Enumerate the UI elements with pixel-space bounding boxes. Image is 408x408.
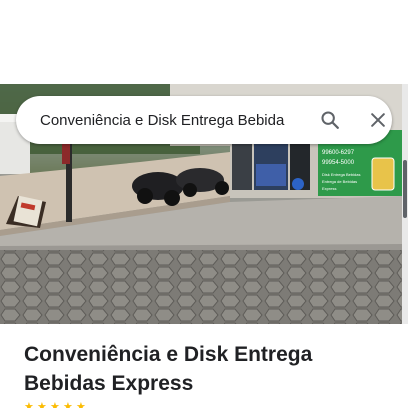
search-box[interactable]	[16, 96, 392, 144]
sign-line-5: Express	[322, 186, 336, 191]
rating-stars[interactable]: ★ ★ ★ ★ ★	[24, 402, 86, 408]
sign-line-4: Entrega de Bebidas	[322, 179, 357, 184]
scrollbar-thumb[interactable]	[403, 160, 407, 218]
sign-phone-1: 99600-6297	[322, 150, 355, 156]
star-icon: ★	[37, 402, 47, 408]
close-icon	[371, 113, 385, 127]
star-icon: ★	[50, 402, 60, 408]
sign-line-3: Disk Entrega Bebidas	[322, 172, 360, 177]
sign-phone-2: 99954-5000	[322, 160, 355, 166]
search-icon	[321, 111, 339, 129]
top-blank-area	[0, 0, 408, 84]
search-input[interactable]	[40, 96, 306, 144]
star-icon: ★	[76, 402, 86, 408]
clear-search-button[interactable]	[362, 104, 394, 136]
search-button[interactable]	[310, 104, 350, 136]
star-icon: ★	[63, 402, 73, 408]
place-title: Conveniência e Disk Entrega Bebidas Expr…	[24, 343, 313, 395]
star-icon: ★	[24, 402, 34, 408]
